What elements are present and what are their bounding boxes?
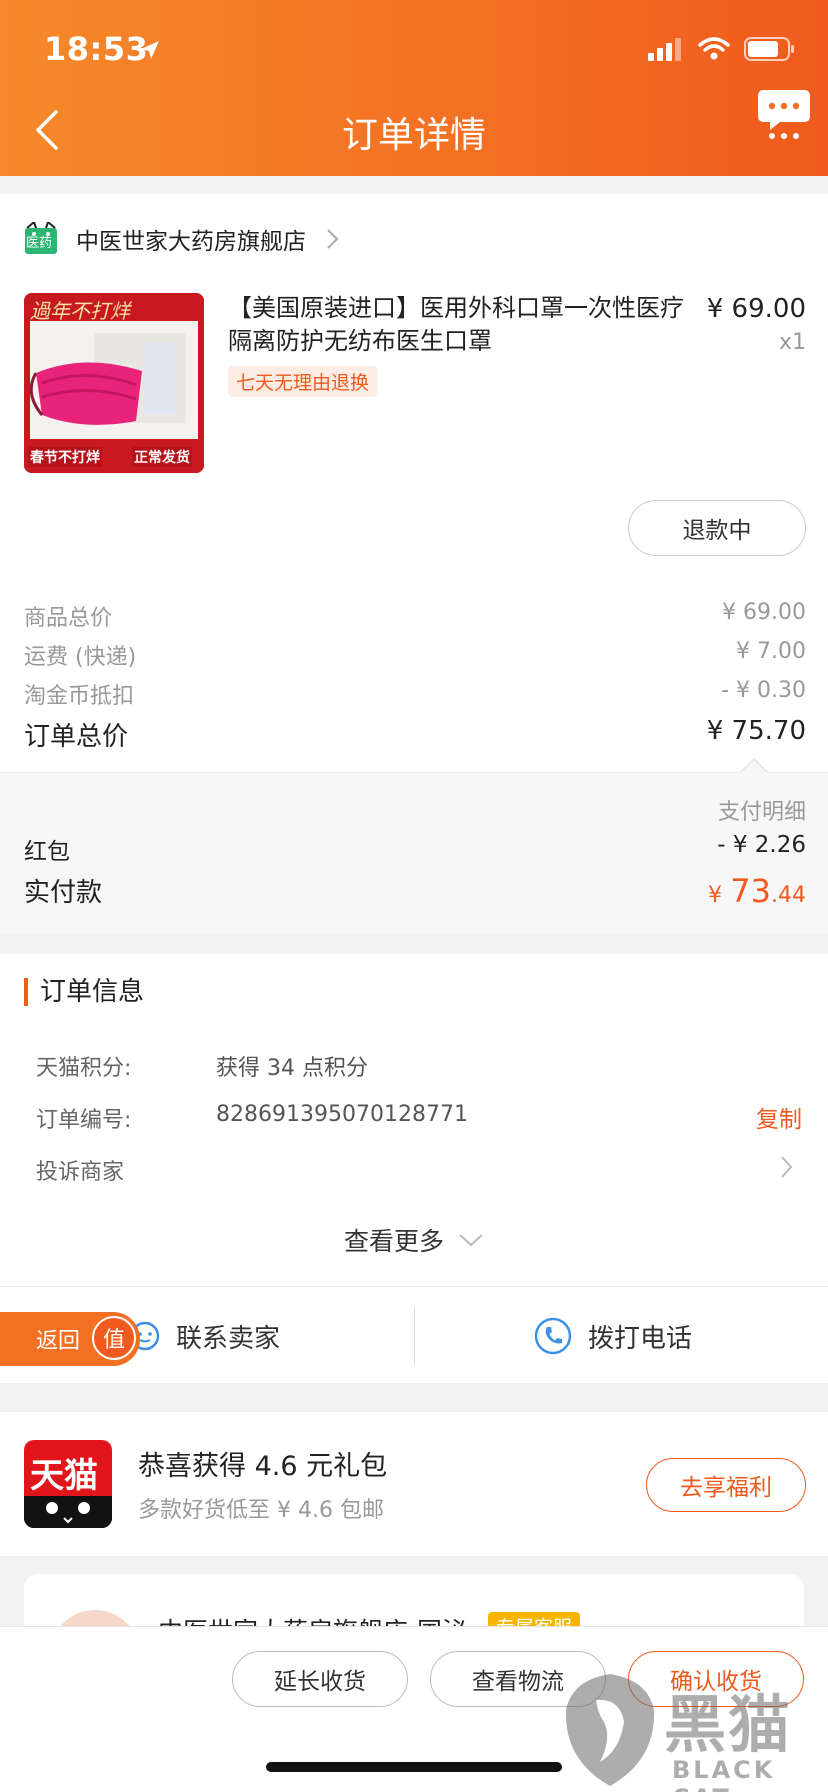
chevron-right-icon <box>327 229 339 249</box>
shop-row[interactable]: 医药 中医世家大药房旗舰店 <box>24 220 342 256</box>
pharmacy-badge-text: 医药 <box>26 236 53 251</box>
watermark-cn-text: 黑猫 <box>664 1688 793 1761</box>
paid-amount-row: 实付款 ¥ 73.44 <box>24 872 806 910</box>
paid-currency: ¥ <box>708 883 723 908</box>
promo-card: 天猫 恭喜获得 4.6 元礼包 多款好货低至 ¥ 4.6 包邮 去享福利 <box>0 1412 828 1556</box>
battery-icon <box>744 37 794 61</box>
shop-name[interactable]: 中医世家大药房旗舰店 <box>76 222 306 256</box>
product-quantity: x1 <box>778 330 806 355</box>
watermark-en-text: BLACK CAT <box>672 1756 776 1792</box>
extend-receipt-button[interactable]: 延长收货 <box>232 1651 408 1707</box>
pharmacy-badge-icon: 医药 <box>24 220 58 256</box>
page-title: 订单详情 <box>341 115 486 156</box>
chevron-right-icon <box>781 1156 793 1178</box>
zhi-badge-icon[interactable]: 值 <box>92 1316 136 1360</box>
contact-seller-button[interactable]: 联系卖家 <box>130 1287 280 1385</box>
coin-discount-value: - ¥ 0.30 <box>721 678 806 703</box>
payment-detail-link[interactable]: 支付明细 <box>718 794 806 826</box>
shipping-label: 运费 (快递) <box>24 645 137 670</box>
call-phone-button[interactable]: 拨打电话 <box>534 1287 692 1385</box>
order-total-row: 订单总价 ¥ 75.70 <box>24 716 806 753</box>
image-caption-left: 春节不打烊 <box>28 447 102 467</box>
items-total-value: ¥ 69.00 <box>722 600 806 625</box>
complain-merchant-link[interactable]: 投诉商家 <box>36 1154 124 1186</box>
product-title[interactable]: 【美国原装进口】医用外科口罩一次性医疗隔离防护无纺布医生口罩 <box>228 292 688 358</box>
items-total-label: 商品总价 <box>24 606 113 631</box>
order-number-value: 828691395070128771 <box>216 1102 468 1127</box>
phone-icon <box>534 1317 572 1355</box>
contact-seller-label: 联系卖家 <box>176 1323 281 1354</box>
paid-decimal: .44 <box>771 883 806 908</box>
points-value: 获得 34 点积分 <box>216 1056 368 1081</box>
image-caption-top: 過年不打烊 <box>30 299 130 323</box>
message-more-icon[interactable] <box>756 86 812 142</box>
copy-order-number-button[interactable]: 复制 <box>756 1100 802 1134</box>
coin-discount-row: 淘金币抵扣 - ¥ 0.30 <box>24 678 806 710</box>
signal-icon <box>648 38 681 61</box>
home-indicator <box>266 1762 562 1772</box>
product-price: ¥ 69.00 <box>706 294 806 324</box>
paid-amount-value: ¥ 73.44 <box>708 872 806 910</box>
chevron-down-icon <box>459 1234 483 1247</box>
paid-amount-label: 实付款 <box>24 878 103 908</box>
order-number-label: 订单编号: <box>36 1108 132 1133</box>
shipping-value: ¥ 7.00 <box>736 639 806 664</box>
points-label: 天猫积分: <box>36 1056 132 1081</box>
tmall-cat-face-icon <box>24 1496 112 1528</box>
payment-detail-link-row[interactable]: 支付明细 <box>24 794 806 826</box>
coin-discount-label: 淘金币抵扣 <box>24 684 135 709</box>
items-total-row: 商品总价 ¥ 69.00 <box>24 600 806 632</box>
product-image[interactable]: 過年不打烊 春节不打烊 正常发货 <box>24 293 204 473</box>
cat-shield-logo-icon <box>565 1674 655 1786</box>
call-phone-label: 拨打电话 <box>588 1323 693 1354</box>
claim-benefit-button[interactable]: 去享福利 <box>646 1458 806 1512</box>
order-total-value: ¥ 75.70 <box>706 716 806 746</box>
promo-title: 恭喜获得 4.6 元礼包 <box>138 1451 388 1482</box>
promo-subtitle: 多款好货低至 ¥ 4.6 包邮 <box>138 1498 384 1523</box>
return-label: 返回 <box>36 1329 81 1354</box>
contact-divider <box>414 1307 415 1365</box>
see-more-label: 查看更多 <box>343 1227 444 1256</box>
header-bar: 18:53 订单详情 <box>0 0 828 176</box>
paid-integer: 73 <box>730 872 771 910</box>
wifi-icon <box>698 37 730 60</box>
order-total-label: 订单总价 <box>24 722 129 752</box>
status-time: 18:53 <box>44 30 149 68</box>
order-info-title: 订单信息 <box>24 978 144 1006</box>
tmall-logo-text: 天猫 <box>30 1456 98 1496</box>
see-more-button[interactable]: 查看更多 <box>0 1222 828 1258</box>
location-arrow-icon <box>141 41 159 59</box>
refund-status-button[interactable]: 退款中 <box>628 500 806 556</box>
red-packet-value: - ¥ 2.26 <box>717 832 806 858</box>
shipping-row: 运费 (快递) ¥ 7.00 <box>24 639 806 671</box>
status-icons <box>648 36 796 62</box>
image-caption-right: 正常发货 <box>132 447 192 467</box>
return-policy-tag: 七天无理由退换 <box>228 366 378 397</box>
red-packet-label: 红包 <box>24 839 70 865</box>
red-packet-row: 红包 - ¥ 2.26 <box>24 832 806 866</box>
tmall-logo: 天猫 <box>24 1440 112 1528</box>
blackcat-watermark: 黑猫 BLACK CAT <box>560 1660 828 1792</box>
